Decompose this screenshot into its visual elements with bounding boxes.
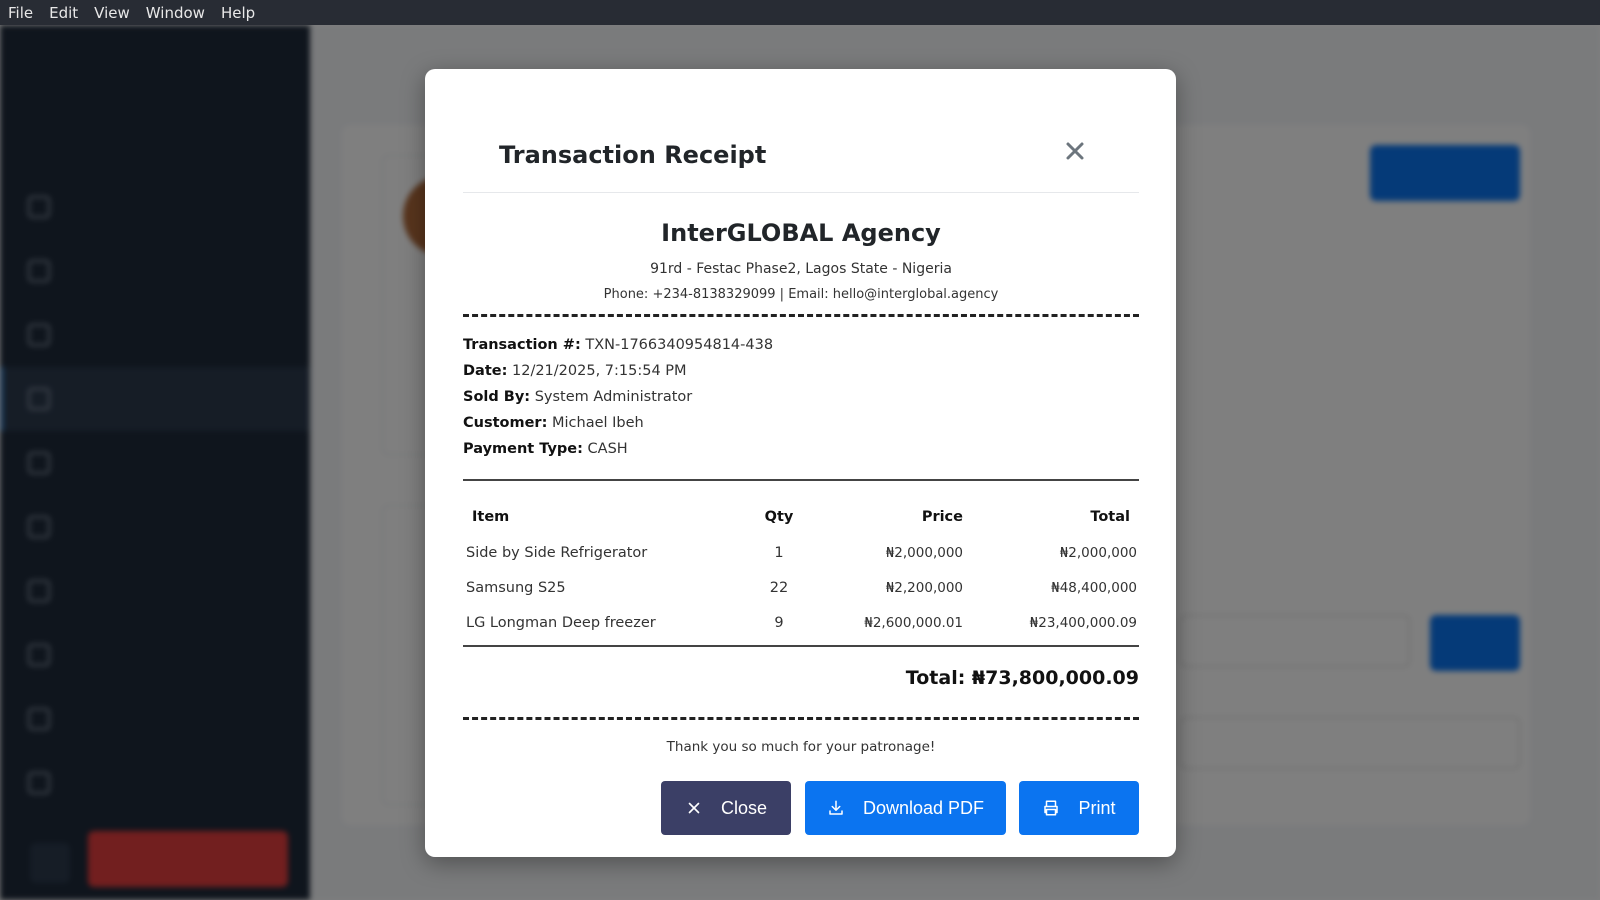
header-price: Price <box>921 509 963 525</box>
menu-bar: File Edit View Window Help <box>0 0 1600 25</box>
row-total: ₦2,000,000 <box>1059 544 1137 561</box>
menu-view[interactable]: View <box>90 4 134 22</box>
table-row: Samsung S25 22 ₦2,200,000 ₦48,400,000 <box>463 570 1139 605</box>
row-item: LG Longman Deep freezer <box>466 614 656 631</box>
header-item: Item <box>472 509 510 525</box>
close-icon <box>688 802 700 814</box>
company-contact: Phone: +234-8138329099 | Email: hello@in… <box>603 287 999 302</box>
thank-you-message: Thank you so much for your patronage! <box>666 739 936 755</box>
row-price: ₦2,600,000.01 <box>864 614 963 631</box>
transaction-number: Transaction #: TXN-1766340954814-438 <box>463 337 774 353</box>
menu-file[interactable]: File <box>4 4 37 22</box>
dashed-divider <box>463 314 1139 317</box>
print-button[interactable]: Print <box>1019 781 1139 835</box>
download-pdf-label: Download PDF <box>862 797 985 818</box>
menu-edit[interactable]: Edit <box>45 4 82 22</box>
grand-total: Total: ₦73,800,000.09 <box>905 667 1139 689</box>
row-item: Side by Side Refrigerator <box>466 544 648 561</box>
row-item: Samsung S25 <box>466 579 566 596</box>
menu-help[interactable]: Help <box>217 4 259 22</box>
row-total: ₦48,400,000 <box>1051 579 1137 596</box>
solid-divider <box>463 479 1139 481</box>
dashed-divider <box>463 717 1139 720</box>
modal-title: Transaction Receipt <box>499 141 767 169</box>
printer-icon <box>1044 800 1059 816</box>
header-total: Total <box>1090 509 1130 525</box>
company-name: InterGLOBAL Agency <box>661 219 941 247</box>
close-icon[interactable] <box>1063 139 1087 163</box>
close-button-label: Close <box>720 797 768 818</box>
menu-window[interactable]: Window <box>142 4 209 22</box>
customer-name: Customer: Michael Ibeh <box>463 415 644 431</box>
transaction-info: Transaction #: TXN-1766340954814-438 Dat… <box>463 337 1139 467</box>
row-price: ₦2,200,000 <box>885 579 963 596</box>
row-qty: 1 <box>774 544 784 561</box>
transaction-date: Date: 12/21/2025, 7:15:54 PM <box>463 363 687 379</box>
row-total: ₦23,400,000.09 <box>1029 614 1137 631</box>
receipt-modal: Transaction Receipt InterGLOBAL Agency 9… <box>425 69 1176 857</box>
table-row: LG Longman Deep freezer 9 ₦2,600,000.01 … <box>463 605 1139 640</box>
items-table: Item Qty Price Total Side by Side Refrig… <box>463 499 1139 640</box>
solid-divider <box>463 645 1139 647</box>
print-label: Print <box>1078 797 1116 818</box>
table-row: Side by Side Refrigerator 1 ₦2,000,000 ₦… <box>463 535 1139 570</box>
sold-by: Sold By: System Administrator <box>463 389 693 405</box>
modal-header: Transaction Receipt <box>463 69 1139 193</box>
payment-type: Payment Type: CASH <box>463 441 628 457</box>
download-pdf-button[interactable]: Download PDF <box>805 781 1006 835</box>
header-qty: Qty <box>764 509 794 525</box>
company-address: 91rd - Festac Phase2, Lagos State - Nige… <box>650 261 952 277</box>
row-qty: 22 <box>769 579 789 596</box>
download-icon <box>829 800 843 815</box>
row-qty: 9 <box>774 614 784 631</box>
table-header-row: Item Qty Price Total <box>463 499 1139 535</box>
row-price: ₦2,000,000 <box>885 544 963 561</box>
modal-actions: Close Download PDF Print <box>425 781 1176 837</box>
close-button[interactable]: Close <box>661 781 791 835</box>
